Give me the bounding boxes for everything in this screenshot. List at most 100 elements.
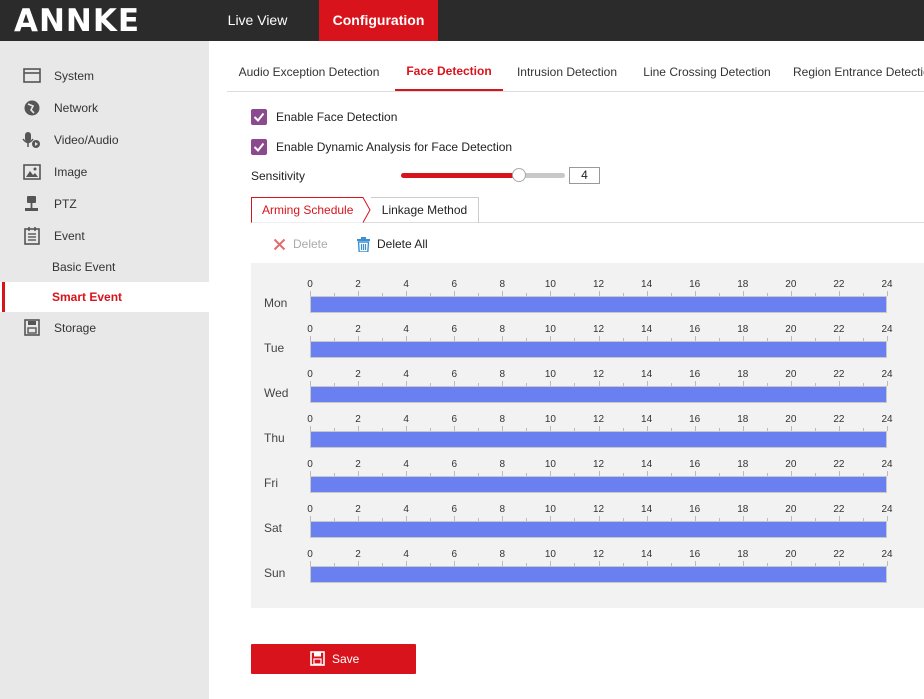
hour-tick-label: 10 — [544, 459, 556, 470]
storage-icon — [24, 319, 40, 336]
hour-tick-label: 14 — [641, 279, 653, 290]
hour-tick-label: 0 — [307, 459, 313, 470]
hour-tick-label: 12 — [592, 549, 605, 560]
hour-tick-label: 16 — [689, 504, 701, 515]
hour-tick-label: 0 — [307, 549, 313, 560]
schedule-bar-thu[interactable] — [310, 431, 887, 448]
schedule-bar-fri[interactable] — [310, 476, 887, 493]
hour-tick-label: 14 — [641, 369, 653, 380]
tab-region-entrance-detection[interactable]: Region Entrance Detection — [793, 52, 924, 91]
hour-tick-label: 20 — [785, 504, 797, 515]
tab-audio-exception-detection[interactable]: Audio Exception Detection — [233, 52, 385, 91]
sidebar-item-storage[interactable]: Storage — [0, 313, 209, 343]
hour-tick-label: 24 — [881, 279, 893, 290]
sidebar-item-label: Storage — [54, 321, 97, 335]
schedule-bar-sat[interactable] — [310, 521, 887, 538]
subtab-linkage-method[interactable]: Linkage Method — [371, 197, 479, 223]
network-icon — [24, 100, 40, 116]
hour-tick-label: 14 — [641, 324, 653, 335]
hour-tick-label: 20 — [785, 324, 797, 335]
hour-tick-label: 10 — [544, 324, 556, 335]
hour-tick-label: 10 — [544, 369, 556, 380]
sidebar-item-video-audio[interactable]: Video/Audio — [0, 125, 209, 155]
sidebar-item-ptz[interactable]: PTZ — [0, 189, 209, 219]
day-label-tue: Tue — [264, 341, 285, 355]
subtab-arming-schedule[interactable]: Arming Schedule — [251, 197, 371, 223]
hour-tick-label: 8 — [499, 459, 506, 470]
save-button[interactable]: Save — [251, 644, 416, 674]
hour-tick-label: 8 — [499, 369, 506, 380]
sidebar-item-smart-event[interactable]: Smart Event — [0, 282, 209, 312]
day-label-fri: Fri — [264, 476, 278, 490]
hour-tick-label: 24 — [881, 369, 893, 380]
hour-tick-label: 22 — [833, 504, 845, 515]
delete-all-label: Delete All — [377, 237, 428, 251]
tab-face-detection[interactable]: Face Detection — [395, 52, 503, 91]
hour-tick-label: 22 — [833, 549, 845, 560]
day-label-wed: Wed — [264, 386, 289, 400]
delete-label: Delete — [293, 237, 328, 251]
hour-tick-label: 2 — [355, 459, 361, 470]
sidebar-item-label: PTZ — [54, 197, 77, 211]
enable-face-detection-label: Enable Face Detection — [276, 110, 398, 124]
hour-tick-label: 0 — [307, 279, 313, 290]
event-icon — [24, 227, 40, 245]
hour-tick-label: 16 — [689, 324, 701, 335]
hour-tick-mark — [887, 336, 888, 341]
hour-tick-mark — [887, 381, 888, 386]
sidebar-item-label: Event — [54, 229, 85, 243]
hour-tick-label: 14 — [641, 459, 653, 470]
ptz-icon — [25, 196, 38, 211]
schedule-bar-tue[interactable] — [310, 341, 887, 358]
nav-live-view[interactable]: Live View — [210, 0, 305, 41]
hour-tick-label: 8 — [499, 549, 506, 560]
hour-tick-label: 2 — [355, 324, 361, 335]
top-bar: ANNKE Live View Configuration — [0, 0, 924, 41]
schedule-bar-mon[interactable] — [310, 296, 887, 313]
hour-tick-mark — [887, 471, 888, 476]
hour-tick-label: 10 — [544, 414, 556, 425]
hour-tick-label: 0 — [307, 414, 313, 425]
sensitivity-slider-fill — [401, 173, 520, 178]
hour-tick-label: 4 — [403, 504, 409, 515]
hour-tick-label: 0 — [307, 324, 313, 335]
image-icon — [23, 164, 41, 180]
hour-tick-label: 8 — [499, 504, 506, 515]
day-label-thu: Thu — [264, 431, 285, 445]
hour-tick-label: 4 — [403, 459, 409, 470]
sidebar: System Network Video/Audio Image PTZ Eve… — [0, 41, 209, 699]
annke-logo: ANNKE — [14, 3, 141, 39]
sidebar-item-image[interactable]: Image — [0, 157, 209, 187]
schedule-bar-wed[interactable] — [310, 386, 887, 403]
schedule-bar-sun[interactable] — [310, 566, 887, 583]
hour-tick-label: 12 — [592, 369, 605, 380]
sidebar-item-label: Basic Event — [52, 260, 116, 274]
hour-tick-label: 2 — [355, 369, 361, 380]
hour-tick-label: 16 — [689, 369, 701, 380]
sensitivity-slider-thumb[interactable] — [512, 168, 527, 182]
enable-face-detection-checkbox[interactable] — [251, 109, 267, 125]
day-label-sun: Sun — [264, 566, 286, 580]
hour-tick-label: 24 — [881, 549, 893, 560]
hour-tick-label: 22 — [833, 459, 845, 470]
sidebar-item-event[interactable]: Event — [0, 221, 209, 251]
hour-tick-label: 22 — [833, 324, 845, 335]
sidebar-item-basic-event[interactable]: Basic Event — [0, 252, 209, 282]
hour-tick-label: 6 — [451, 414, 458, 425]
sensitivity-slider-track[interactable] — [401, 173, 565, 178]
hour-tick-label: 18 — [737, 549, 749, 560]
sidebar-item-network[interactable]: Network — [0, 93, 209, 123]
hour-tick-label: 22 — [833, 279, 845, 290]
hour-tick-label: 14 — [641, 414, 653, 425]
hour-tick-label: 0 — [307, 504, 313, 515]
tab-line-crossing-detection[interactable]: Line Crossing Detection — [637, 52, 777, 91]
enable-dynamic-analysis-checkbox[interactable] — [251, 139, 267, 155]
sidebar-item-label: Network — [54, 101, 99, 115]
sidebar-item-system[interactable]: System — [0, 61, 209, 91]
sidebar-item-label: Image — [54, 165, 88, 179]
hour-tick-label: 4 — [403, 369, 409, 380]
sensitivity-value-box[interactable]: 4 — [569, 167, 600, 184]
nav-configuration[interactable]: Configuration — [319, 0, 438, 41]
hour-tick-label: 16 — [689, 549, 701, 560]
tab-intrusion-detection[interactable]: Intrusion Detection — [511, 52, 623, 91]
